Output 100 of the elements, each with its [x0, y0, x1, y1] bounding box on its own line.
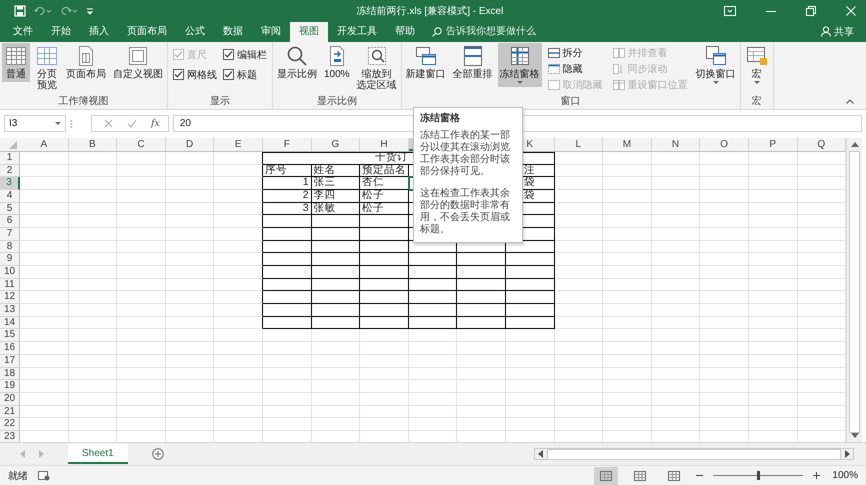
scroll-thumb[interactable]: [547, 448, 841, 460]
row-header[interactable]: 20: [0, 392, 20, 406]
ribbon-button[interactable]: 全部重排: [450, 42, 495, 82]
close-icon[interactable]: [846, 6, 856, 16]
horizontal-scrollbar[interactable]: [534, 448, 854, 460]
ribbon-tab[interactable]: 页面布局: [118, 22, 176, 42]
table-cell: [457, 304, 506, 317]
ribbon-tab[interactable]: 数据: [214, 22, 252, 42]
column-header[interactable]: L: [554, 138, 604, 151]
column-header[interactable]: D: [166, 138, 214, 151]
name-box[interactable]: I3: [4, 115, 66, 132]
table-cell: [214, 240, 263, 254]
checkbox-option[interactable]: 编辑栏: [223, 44, 267, 65]
row-header[interactable]: 16: [0, 342, 20, 355]
row-header[interactable]: 9: [0, 253, 20, 266]
tell-me-field[interactable]: 告诉我你想要做什么: [432, 22, 556, 42]
macro-record-icon[interactable]: [38, 470, 50, 481]
row-header[interactable]: 14: [0, 316, 20, 330]
row-header[interactable]: 22: [0, 418, 20, 431]
ribbon-button[interactable]: 冻结窗格: [498, 42, 542, 87]
row-header[interactable]: 5: [0, 202, 20, 216]
restore-icon[interactable]: [806, 6, 816, 16]
checkbox-option[interactable]: 标题: [223, 64, 267, 85]
row-header[interactable]: 11: [0, 278, 20, 292]
ribbon-tab[interactable]: 开始: [42, 22, 80, 42]
checkbox[interactable]: [223, 69, 234, 80]
ribbon-button[interactable]: 分页 预览: [33, 42, 61, 93]
ribbon-tab[interactable]: 帮助: [386, 22, 424, 42]
undo-icon[interactable]: [34, 6, 52, 16]
checkmark-icon: [224, 50, 233, 60]
ribbon-button[interactable]: 自定义视图: [111, 42, 165, 82]
ribbon-button[interactable]: 页面布局: [64, 42, 108, 82]
column-header[interactable]: O: [700, 138, 749, 151]
scroll-left-icon[interactable]: [538, 450, 543, 458]
row-header[interactable]: 13: [0, 304, 20, 317]
row-header[interactable]: 8: [0, 240, 20, 254]
row-header[interactable]: 19: [0, 380, 20, 393]
checkbox-option[interactable]: 网格线: [173, 64, 217, 85]
table-cell: [20, 291, 69, 304]
row-header[interactable]: 15: [0, 329, 20, 342]
collapse-ribbon-icon[interactable]: [846, 99, 854, 104]
checkbox[interactable]: [223, 49, 234, 60]
table-cell: 2: [262, 190, 312, 203]
add-sheet-icon[interactable]: [152, 448, 164, 460]
column-header[interactable]: G: [312, 138, 360, 151]
column-header[interactable]: N: [652, 138, 700, 151]
ribbon-button[interactable]: 切换窗口: [694, 42, 738, 87]
table-cell: [408, 329, 458, 342]
table-cell: [700, 304, 749, 317]
ribbon-small-button[interactable]: 拆分: [548, 44, 603, 61]
ribbon-button[interactable]: 新建窗口: [404, 42, 448, 82]
ribbon-tab[interactable]: 视图: [290, 22, 328, 42]
sheet-tab[interactable]: Sheet1: [68, 444, 128, 464]
checkbox[interactable]: [173, 69, 184, 80]
row-header[interactable]: 6: [0, 215, 20, 228]
customize-caret-icon[interactable]: [86, 6, 94, 16]
ribbon-tab[interactable]: 公式: [176, 22, 214, 42]
row-header[interactable]: 10: [0, 266, 20, 279]
column-header[interactable]: A: [20, 138, 69, 151]
row-header[interactable]: 4: [0, 190, 20, 203]
ribbon-tab[interactable]: 插入: [80, 22, 118, 42]
ribbon-tab[interactable]: 开发工具: [328, 22, 386, 42]
ribbon-tab[interactable]: 文件: [4, 22, 42, 42]
row-header[interactable]: 2: [0, 164, 20, 178]
ribbon-display-icon[interactable]: [724, 6, 736, 16]
table-cell: [68, 291, 118, 304]
row-header[interactable]: 7: [0, 228, 20, 241]
ribbon-small-button[interactable]: 隐藏: [548, 60, 603, 77]
insert-function-button[interactable]: fx: [151, 118, 160, 130]
save-icon[interactable]: [14, 4, 26, 17]
column-header[interactable]: C: [117, 138, 166, 151]
row-header[interactable]: 21: [0, 406, 20, 418]
scroll-thumb[interactable]: [849, 150, 860, 433]
ribbon-button[interactable]: 普通: [2, 42, 30, 82]
ribbon-button[interactable]: 缩放到 选定区域: [354, 42, 399, 93]
vertical-scrollbar[interactable]: [846, 138, 862, 442]
ribbon-button[interactable]: 100%: [322, 42, 352, 82]
scroll-up-icon[interactable]: [850, 142, 858, 147]
redo-icon[interactable]: [60, 6, 78, 16]
ribbon-tab[interactable]: 审阅: [252, 22, 290, 42]
zoom-slider-thumb[interactable]: [756, 471, 760, 480]
column-header[interactable]: F: [262, 138, 312, 151]
column-header[interactable]: B: [68, 138, 118, 151]
ribbon-button[interactable]: 显示比例: [275, 42, 319, 82]
row-header[interactable]: 12: [0, 291, 20, 304]
zoom-in-icon[interactable]: [813, 472, 820, 480]
scroll-right-icon[interactable]: [845, 450, 850, 458]
row-header[interactable]: 1: [0, 152, 20, 164]
row-header[interactable]: 18: [0, 368, 20, 380]
normal-view-button[interactable]: [594, 466, 618, 485]
share-button[interactable]: 共享: [821, 22, 866, 42]
row-header[interactable]: 23: [0, 430, 20, 442]
zoom-percentage[interactable]: 100%: [832, 470, 858, 482]
column-header[interactable]: E: [214, 138, 263, 151]
row-header[interactable]: 17: [0, 354, 20, 368]
ribbon-button[interactable]: 宏: [742, 42, 771, 87]
column-header[interactable]: P: [748, 138, 798, 151]
column-header[interactable]: M: [603, 138, 652, 151]
row-header[interactable]: 3: [0, 177, 20, 190]
table-cell: [408, 266, 458, 279]
